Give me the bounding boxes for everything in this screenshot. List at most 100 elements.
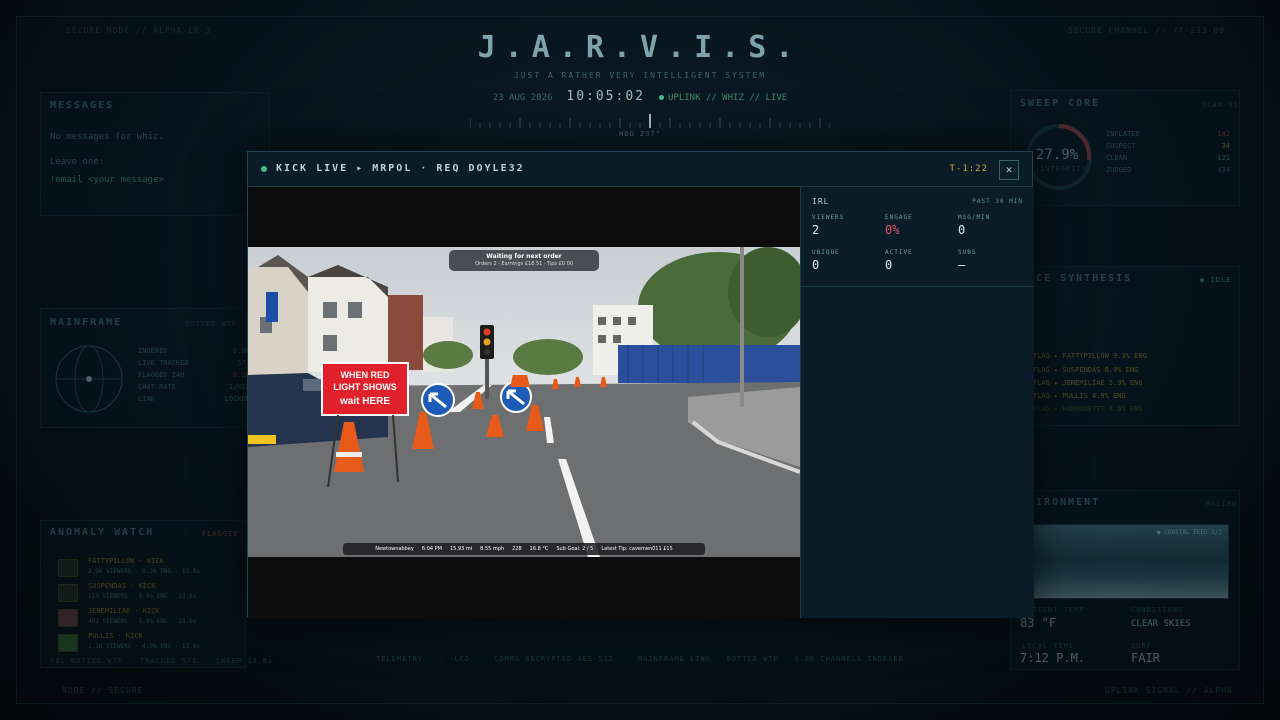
integrity-label: INTEGRITY bbox=[1040, 165, 1087, 173]
anomaly-thumbnail bbox=[58, 609, 78, 627]
engage-stat: ENGAGE 0% bbox=[885, 214, 913, 237]
clock-text: 10:05:02 bbox=[566, 89, 645, 104]
sub-goal-text: Sub Goal: 2 / 5 bbox=[556, 546, 594, 552]
telemetry-footer: TELEMETRY · · ·LCD COMMS ENCRYPTED AES-5… bbox=[0, 655, 1280, 663]
voice-flag: FLAG ▸ SUSPENDAS 6.9% ENG bbox=[1033, 366, 1139, 374]
mainframe-title: MAINFRAME bbox=[50, 317, 123, 328]
stream-modal: KICK LIVE ▸ MRPOL · REQ DOYLE32 T-1:22 ✕ bbox=[247, 151, 1034, 618]
altitude-text: 228 bbox=[512, 546, 522, 552]
footer-item: TELEMETRY · · ·LCD bbox=[376, 655, 470, 663]
mainframe-key: INDEXED bbox=[138, 347, 168, 355]
viewers-value: 2 bbox=[812, 223, 820, 237]
anomaly-name: PULLIS · KICK bbox=[88, 632, 143, 640]
stats-block: IRL PAST 30 MIN VIEWERS 2 ENGAGE 0% MSG/MI… bbox=[801, 187, 1034, 287]
voice-tag: ● IDLE bbox=[1200, 276, 1232, 284]
heading-text: HDG 237° bbox=[619, 130, 661, 138]
footer-item: MAINFRAME LINK · BOTTED WTF · 6.8K CHANN… bbox=[637, 655, 904, 663]
mainframe-value: 6.1K bbox=[233, 371, 250, 379]
order-status-stats: Orders 2 · Earnings £18.51 · Tips £0.00 bbox=[475, 261, 573, 267]
active-label: ACTIVE bbox=[885, 249, 913, 256]
mainframe-key: FLAGGED 24H bbox=[138, 371, 185, 379]
temperature-text: 16.8 °C bbox=[529, 546, 549, 552]
street-scene-image: WHEN RED LIGHT SHOWS wait HERE bbox=[248, 247, 800, 557]
uplink-text: UPLINK // WHIZ // LIVE bbox=[668, 93, 788, 103]
sweep-value: 434 bbox=[1217, 166, 1230, 174]
anomaly-stats: 119 VIEWERS · 6.9% ENG · 13.8s bbox=[88, 593, 197, 600]
engage-value: 0% bbox=[885, 223, 900, 237]
anomaly-item[interactable]: PULLIS · KICK 1.1K VIEWERS · 4.9% ENG · 1… bbox=[58, 632, 238, 654]
stream-info-bar: Newtownabbey 6:04 PM 15.93 mi 8.55 mph 2… bbox=[343, 543, 705, 555]
stream-frame: WHEN RED LIGHT SHOWS wait HERE Waiting f… bbox=[248, 247, 800, 557]
svg-text:LIGHT SHOWS: LIGHT SHOWS bbox=[333, 382, 397, 392]
speed-text: 8.55 mph bbox=[480, 546, 505, 552]
coastal-feed-label: ● COASTAL FEED 2/3 bbox=[1156, 529, 1222, 536]
mainframe-value: 1/MIN bbox=[228, 383, 250, 391]
anomaly-thumbnail bbox=[58, 634, 78, 652]
anomaly-stats: 491 VIEWERS · 5.9% ENG · 13.8s bbox=[88, 618, 197, 625]
uplink-dot-icon bbox=[659, 95, 664, 100]
order-status-title: Waiting for next order bbox=[486, 253, 562, 260]
conditions-value: CLEAR SKIES bbox=[1131, 619, 1191, 629]
coastal-feed-image: ● COASTAL FEED 2/3 bbox=[1033, 524, 1229, 599]
video-player[interactable]: WHEN RED LIGHT SHOWS wait HERE Waiting f… bbox=[248, 187, 800, 618]
active-stat: ACTIVE 0 bbox=[885, 249, 913, 272]
anomaly-thumbnail bbox=[58, 584, 78, 602]
msg-rate-stat: MSG/MIN 0 bbox=[958, 214, 990, 237]
anomaly-tag: FLAGGED bbox=[202, 530, 239, 538]
mainframe-stats: INDEXED 6.8K LIVE TRACKED 571 FLAGGED 24H 6… bbox=[138, 347, 250, 403]
voice-flag: FLAG ▸ FATTYPILLOW 9.3% ENG bbox=[1033, 352, 1147, 360]
sweep-key: JUDGED bbox=[1106, 166, 1132, 174]
messages-command: !email <your message> bbox=[50, 175, 164, 185]
time-text: 6:04 PM bbox=[421, 546, 442, 552]
modal-title: KICK LIVE ▸ MRPOL · REQ DOYLE32 bbox=[276, 163, 525, 174]
svg-text:WHEN RED: WHEN RED bbox=[341, 370, 390, 380]
sweep-key: CLEAN bbox=[1106, 154, 1128, 162]
mainframe-key: LINK bbox=[138, 395, 155, 403]
anomaly-stats: 1.1K VIEWERS · 4.9% ENG · 13.8s bbox=[88, 643, 200, 650]
anomaly-item[interactable]: JENEMILIAE · KICK 491 VIEWERS · 5.9% ENG … bbox=[58, 607, 238, 629]
location-text: Newtownabbey bbox=[375, 546, 414, 552]
svg-text:wait HERE: wait HERE bbox=[339, 396, 390, 407]
modal-header: KICK LIVE ▸ MRPOL · REQ DOYLE32 T-1:22 ✕ bbox=[248, 152, 1032, 187]
corner-label-bl: NODE // SECURE bbox=[62, 686, 144, 695]
corner-label-br: UPLINK SIGNAL // ALPHA bbox=[1105, 686, 1233, 695]
voice-flag: FLAG ▸ PULLIS 4.9% ENG bbox=[1033, 392, 1126, 400]
subs-label: SUBS bbox=[958, 249, 977, 256]
viewers-stat: VIEWERS 2 bbox=[812, 214, 844, 237]
status-row: 23 AUG 2026 10:05:02 UPLINK // WHIZ // L… bbox=[0, 89, 1280, 104]
surf-label: SURF bbox=[1131, 642, 1152, 650]
anomaly-item[interactable]: SUSPENDAS · KICK 119 VIEWERS · 6.9% ENG ·… bbox=[58, 582, 238, 604]
unique-value: 0 bbox=[812, 258, 820, 272]
unique-label: UNIQUE bbox=[812, 249, 840, 256]
active-value: 0 bbox=[885, 258, 893, 272]
conditions-label: CONDITIONS bbox=[1131, 606, 1184, 614]
mainframe-value: 571 bbox=[237, 359, 250, 367]
anomaly-title: ANOMALY WATCH bbox=[50, 527, 155, 538]
distance-text: 15.93 mi bbox=[450, 546, 473, 552]
anomaly-stats: 2.9K VIEWERS · 9.3% ENG · 13.8s bbox=[88, 568, 200, 575]
subs-value: — bbox=[958, 258, 966, 272]
anomaly-thumbnail bbox=[58, 559, 78, 577]
category-label: IRL bbox=[812, 197, 830, 206]
anomaly-name: FATTYPILLOW · KICK bbox=[88, 557, 164, 565]
msg-rate-value: 0 bbox=[958, 223, 966, 237]
live-dot-icon bbox=[261, 166, 267, 172]
sweep-key: SUSPECT bbox=[1106, 142, 1136, 150]
close-button[interactable]: ✕ bbox=[999, 160, 1019, 180]
integrity-percent: 27.9% bbox=[1036, 147, 1079, 163]
mainframe-key: CHAT RATE bbox=[138, 383, 176, 391]
mainframe-value: 6.8K bbox=[233, 347, 250, 355]
stream-stats-panel: IRL PAST 30 MIN VIEWERS 2 ENGAGE 0% MSG/MI… bbox=[800, 187, 1034, 618]
countdown-timer: T-1:22 bbox=[949, 164, 988, 174]
voice-flag: FLAG ▸ HARMONEYTT 4.6% ENG bbox=[1033, 405, 1143, 413]
footer-item: COMMS ENCRYPTED AES-512 bbox=[493, 655, 614, 663]
temp-value: 83 °F bbox=[1020, 616, 1057, 630]
mainframe-tag: BOTTED WTF bbox=[185, 320, 238, 328]
sweep-value: 34 bbox=[1221, 142, 1230, 150]
anomaly-item[interactable]: FATTYPILLOW · KICK 2.9K VIEWERS · 9.3% EN… bbox=[58, 557, 238, 579]
anomaly-name: JENEMILIAE · KICK bbox=[88, 607, 160, 615]
subs-stat: SUBS — bbox=[958, 249, 976, 272]
date-text: 23 AUG 2026 bbox=[492, 93, 553, 103]
latest-tip-text: Latest Tip: cavemen011 £15 bbox=[601, 546, 673, 552]
local-time-label: LOCAL TIME bbox=[1022, 642, 1075, 650]
